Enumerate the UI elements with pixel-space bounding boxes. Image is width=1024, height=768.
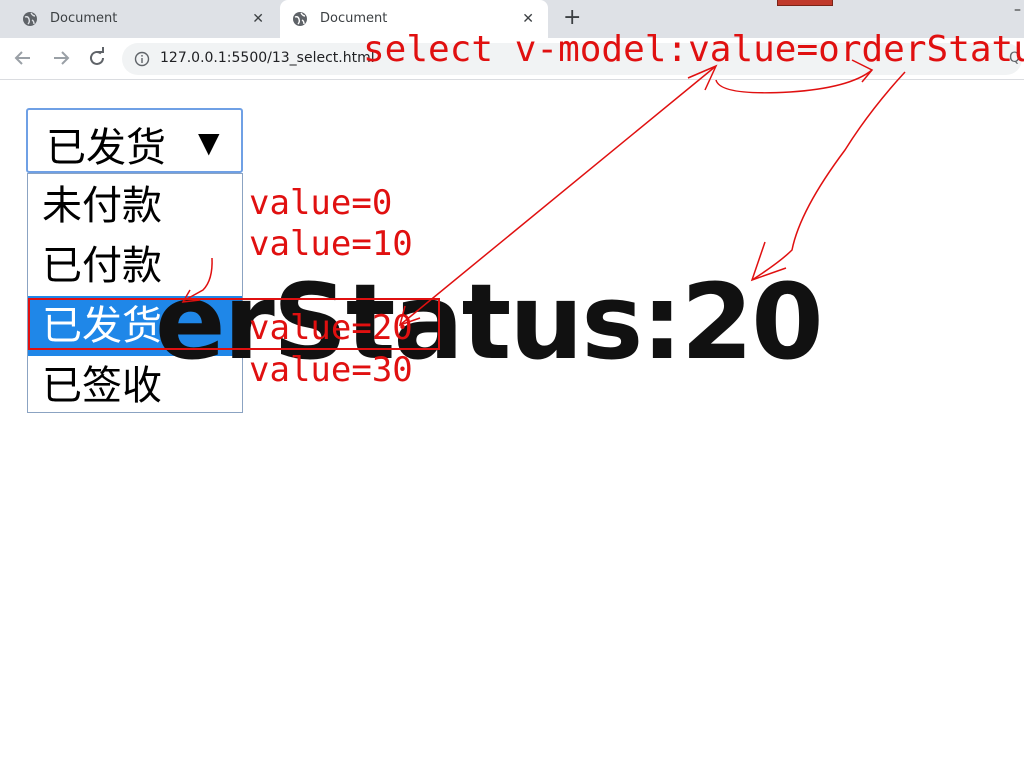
arrow-to-output <box>751 71 906 281</box>
arrow-to-value-20 <box>399 65 717 326</box>
annotation-arrows <box>181 59 906 327</box>
arrow-head-output <box>750 241 787 282</box>
arrow-to-option <box>184 257 213 301</box>
curve-value-to-status <box>715 69 873 94</box>
arrow-head-curve <box>851 59 874 83</box>
